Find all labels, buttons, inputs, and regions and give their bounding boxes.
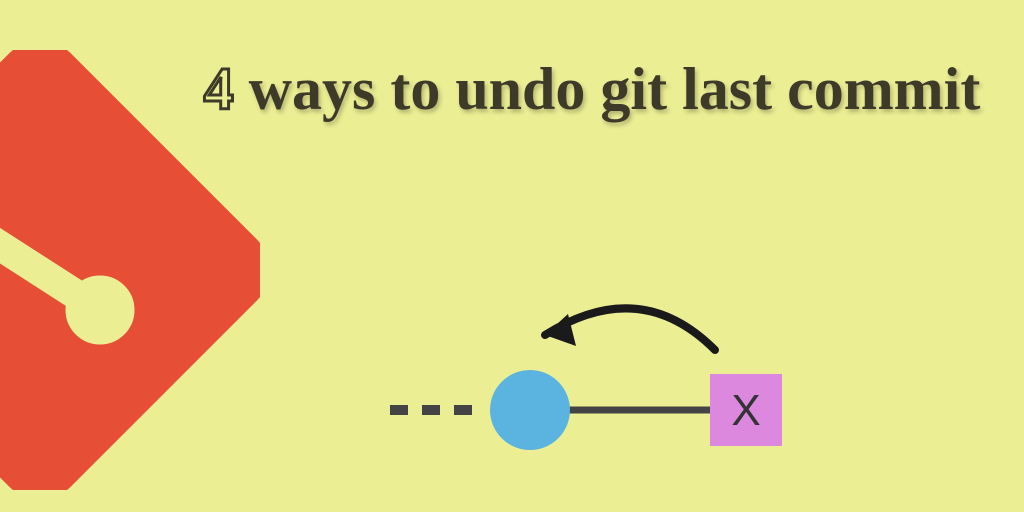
commit-circle-icon <box>490 370 570 450</box>
undo-diagram: X <box>380 280 840 480</box>
title-rest: ways to undo git last commit <box>234 56 981 122</box>
page-title: 4 ways to undo git last commit <box>200 55 984 124</box>
delete-label: X <box>731 386 760 435</box>
title-number: 4 <box>204 56 234 122</box>
